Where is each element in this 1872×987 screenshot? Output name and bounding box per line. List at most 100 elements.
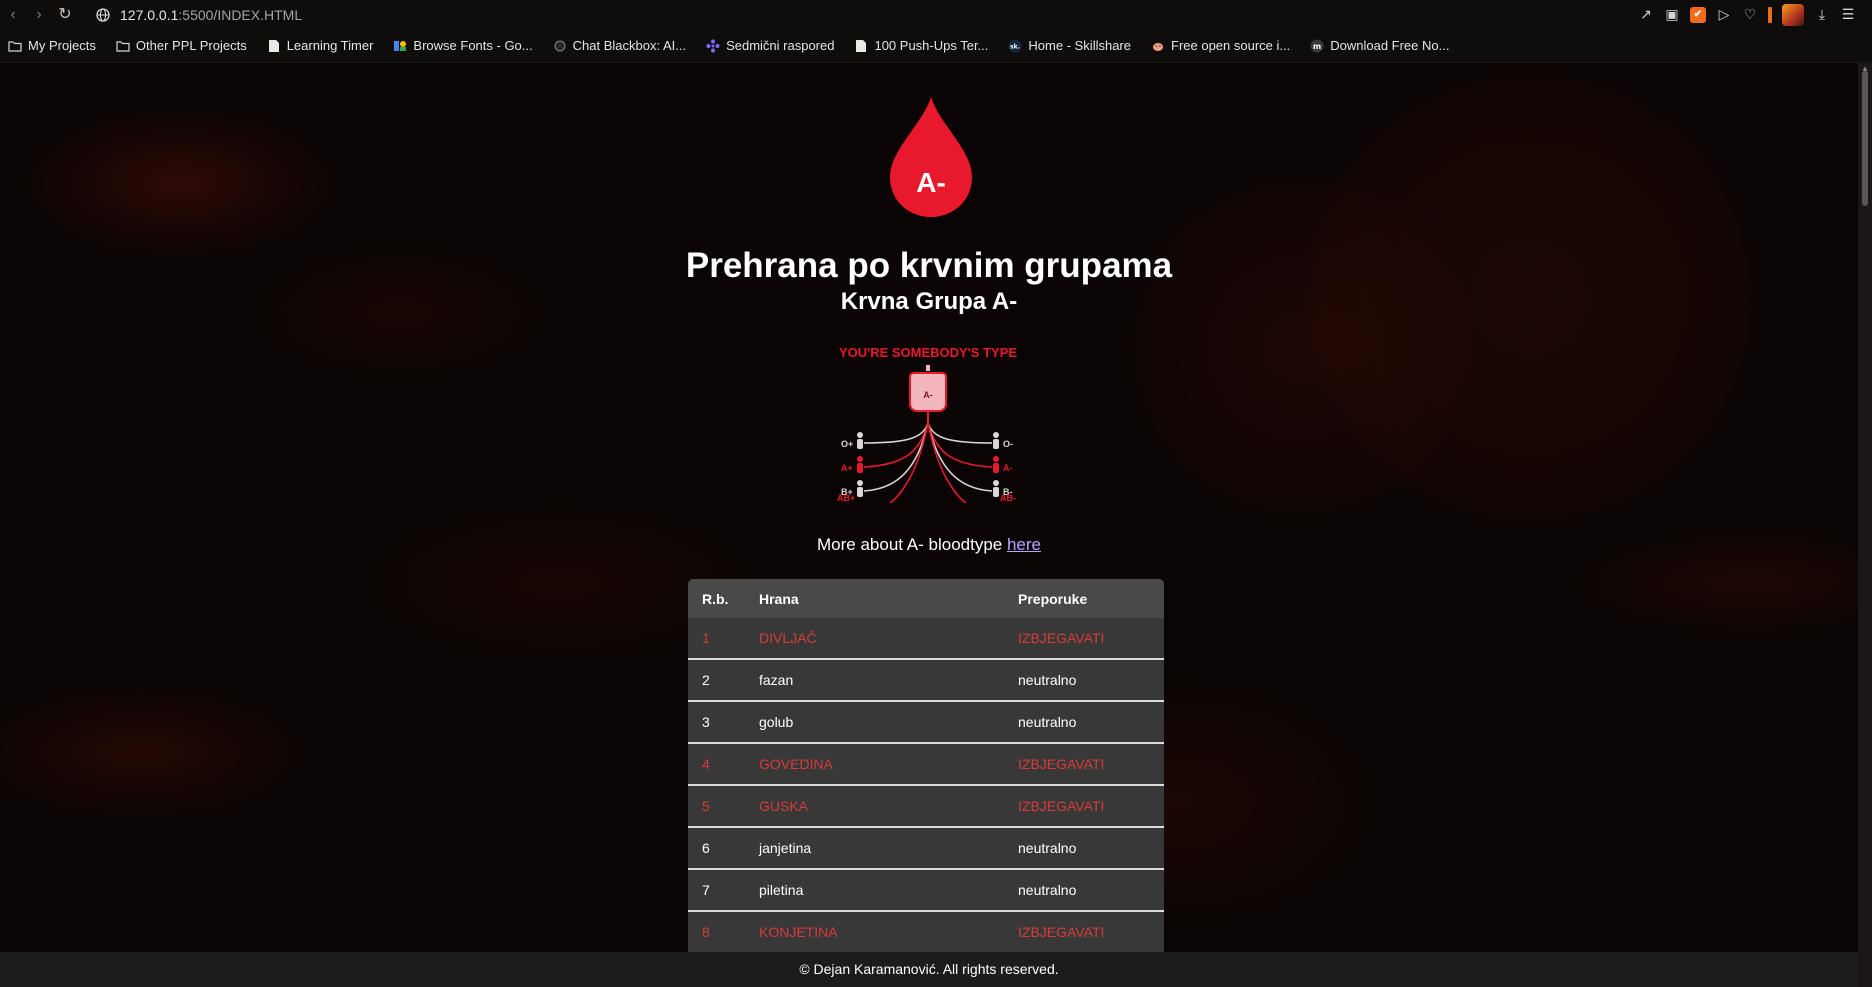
bookmark-label: My Projects bbox=[28, 38, 96, 53]
cell-hrana: GUSKA bbox=[745, 785, 1004, 828]
cell-rb: 1 bbox=[688, 618, 745, 660]
header-hrana: Hrana bbox=[745, 579, 1004, 618]
header-preporuke: Preporuke bbox=[1004, 579, 1164, 618]
m-icon: m bbox=[1310, 39, 1324, 52]
bookmark-download-free[interactable]: m Download Free No... bbox=[1310, 38, 1449, 53]
url-path: :5500/INDEX.HTML bbox=[178, 6, 303, 23]
brave-shield-icon[interactable]: ✔ bbox=[1690, 6, 1706, 23]
donor-type-label: A+ bbox=[841, 463, 853, 473]
cell-rb: 2 bbox=[688, 659, 745, 702]
food-table: R.b. Hrana Preporuke 1 DIVLJAČ IZBJEGAVA… bbox=[688, 579, 1164, 954]
download-icon[interactable]: ⤓ bbox=[1814, 6, 1830, 23]
cell-hrana: janjetina bbox=[745, 827, 1004, 870]
table-header-row: R.b. Hrana Preporuke bbox=[688, 579, 1164, 618]
blood-bag-icon: A- bbox=[909, 365, 947, 423]
bookmark-browse-fonts[interactable]: Browse Fonts - Go... bbox=[393, 38, 533, 53]
bookmark-label: Free open source i... bbox=[1171, 38, 1291, 53]
bookmarks-bar: My Projects Other PPL Projects Learning … bbox=[0, 29, 1872, 63]
bookmark-skillshare[interactable]: sk. Home - Skillshare bbox=[1008, 38, 1131, 53]
table-row: 6 janjetina neutralno bbox=[688, 827, 1164, 870]
share-icon[interactable]: ↗ bbox=[1638, 6, 1654, 23]
table-row: 1 DIVLJAČ IZBJEGAVATI bbox=[688, 618, 1164, 660]
document-icon bbox=[268, 39, 279, 52]
scrollbar-thumb[interactable] bbox=[1862, 71, 1868, 206]
cell-preporuke: neutralno bbox=[1004, 701, 1164, 744]
bookmark-free-open-source[interactable]: Free open source i... bbox=[1151, 38, 1290, 53]
globe-icon bbox=[96, 7, 110, 22]
bookmark-sedmicni-raspored[interactable]: Sedmični raspored bbox=[706, 38, 834, 53]
person-icon bbox=[857, 432, 863, 449]
footer-text: © Dejan Karamanović. All rights reserved… bbox=[799, 961, 1059, 977]
table-row: 3 golub neutralno bbox=[688, 701, 1164, 744]
bag-label: A- bbox=[923, 390, 933, 400]
svg-text:m: m bbox=[1313, 42, 1321, 51]
cell-preporuke: neutralno bbox=[1004, 827, 1164, 870]
table-row: 7 piletina neutralno bbox=[688, 869, 1164, 912]
person-icon bbox=[993, 432, 999, 449]
scrollbar[interactable]: ▲ bbox=[1858, 63, 1872, 987]
back-button[interactable]: ‹ bbox=[0, 0, 26, 29]
folder-icon bbox=[8, 40, 22, 52]
bookmark-label: Home - Skillshare bbox=[1028, 38, 1131, 53]
drop-label: A- bbox=[916, 167, 946, 198]
menu-icon[interactable]: ☰ bbox=[1840, 6, 1856, 23]
camera-icon[interactable]: ▣ bbox=[1664, 6, 1680, 23]
blackbox-icon bbox=[554, 40, 566, 51]
blood-compatibility-graphic: YOU'RE SOMEBODY'S TYPE A- O+ A+ B+ AB+ O… bbox=[837, 345, 1017, 503]
rewards-icon[interactable] bbox=[1768, 6, 1772, 23]
bookmark-chat-blackbox[interactable]: Chat Blackbox: AI... bbox=[553, 38, 686, 53]
svg-text:sk.: sk. bbox=[1010, 43, 1020, 50]
forward-button[interactable]: › bbox=[26, 0, 52, 29]
cell-rb: 8 bbox=[688, 911, 745, 954]
donor-type-label: A- bbox=[1003, 463, 1013, 473]
cell-hrana: KONJETINA bbox=[745, 911, 1004, 954]
pig-icon bbox=[1153, 42, 1163, 51]
person-icon bbox=[857, 480, 863, 497]
asterisk-icon bbox=[706, 39, 720, 52]
bookmark-other-ppl-projects[interactable]: Other PPL Projects bbox=[116, 38, 247, 53]
page-title: Prehrana po krvnim grupama bbox=[685, 246, 1173, 285]
play-icon[interactable]: ▷ bbox=[1716, 6, 1732, 23]
cell-preporuke: IZBJEGAVATI bbox=[1004, 785, 1164, 828]
page-viewport: A- Prehrana po krvnim grupama Krvna Grup… bbox=[0, 63, 1858, 987]
cell-preporuke: IZBJEGAVATI bbox=[1004, 743, 1164, 786]
document-icon bbox=[856, 39, 867, 52]
bookmark-push-ups[interactable]: 100 Push-Ups Ter... bbox=[854, 38, 988, 53]
donor-type-label: O- bbox=[1003, 439, 1013, 449]
bookmark-label: Chat Blackbox: AI... bbox=[572, 38, 687, 53]
skillshare-icon: sk. bbox=[1008, 39, 1022, 52]
cell-rb: 7 bbox=[688, 869, 745, 912]
person-icon bbox=[857, 456, 863, 473]
person-icon bbox=[993, 480, 999, 497]
table-row: 2 fazan neutralno bbox=[688, 659, 1164, 702]
profile-avatar[interactable] bbox=[1782, 3, 1804, 26]
more-info-text: More about A- bloodtype bbox=[817, 535, 1003, 554]
more-info-line: More about A- bloodtype here bbox=[0, 535, 1858, 555]
bookmark-label: Learning Timer bbox=[286, 38, 374, 53]
cell-rb: 3 bbox=[688, 701, 745, 744]
bookmark-label: Sedmični raspored bbox=[726, 38, 835, 53]
cell-rb: 5 bbox=[688, 785, 745, 828]
bookmark-my-projects[interactable]: My Projects bbox=[8, 38, 96, 53]
extension-icons: ↗ ▣ ✔ ▷ ♡ ⤓ ☰ bbox=[1638, 0, 1856, 29]
cell-rb: 6 bbox=[688, 827, 745, 870]
page-subtitle: Krvna Grupa A- bbox=[840, 288, 1018, 315]
bookmark-learning-timer[interactable]: Learning Timer bbox=[267, 38, 374, 53]
cell-preporuke: IZBJEGAVATI bbox=[1004, 618, 1164, 660]
heart-icon[interactable]: ♡ bbox=[1742, 6, 1758, 23]
bookmark-label: 100 Push-Ups Ter... bbox=[874, 38, 989, 53]
donor-type-label: AB- bbox=[1000, 493, 1016, 503]
cell-hrana: GOVEDINA bbox=[745, 743, 1004, 786]
bookmark-label: Other PPL Projects bbox=[135, 38, 247, 53]
bookmark-label: Browse Fonts - Go... bbox=[413, 38, 533, 53]
more-info-link[interactable]: here bbox=[1007, 535, 1041, 554]
reload-button[interactable]: ↻ bbox=[52, 0, 78, 29]
cell-hrana: golub bbox=[745, 701, 1004, 744]
person-icon bbox=[993, 456, 999, 473]
cell-hrana: piletina bbox=[745, 869, 1004, 912]
address-bar[interactable]: 127.0.0.1:5500/INDEX.HTML bbox=[96, 7, 302, 23]
cell-preporuke: neutralno bbox=[1004, 659, 1164, 702]
cell-preporuke: neutralno bbox=[1004, 869, 1164, 912]
blood-drop-logo: A- bbox=[890, 97, 972, 217]
donor-type-label: O+ bbox=[841, 439, 853, 449]
